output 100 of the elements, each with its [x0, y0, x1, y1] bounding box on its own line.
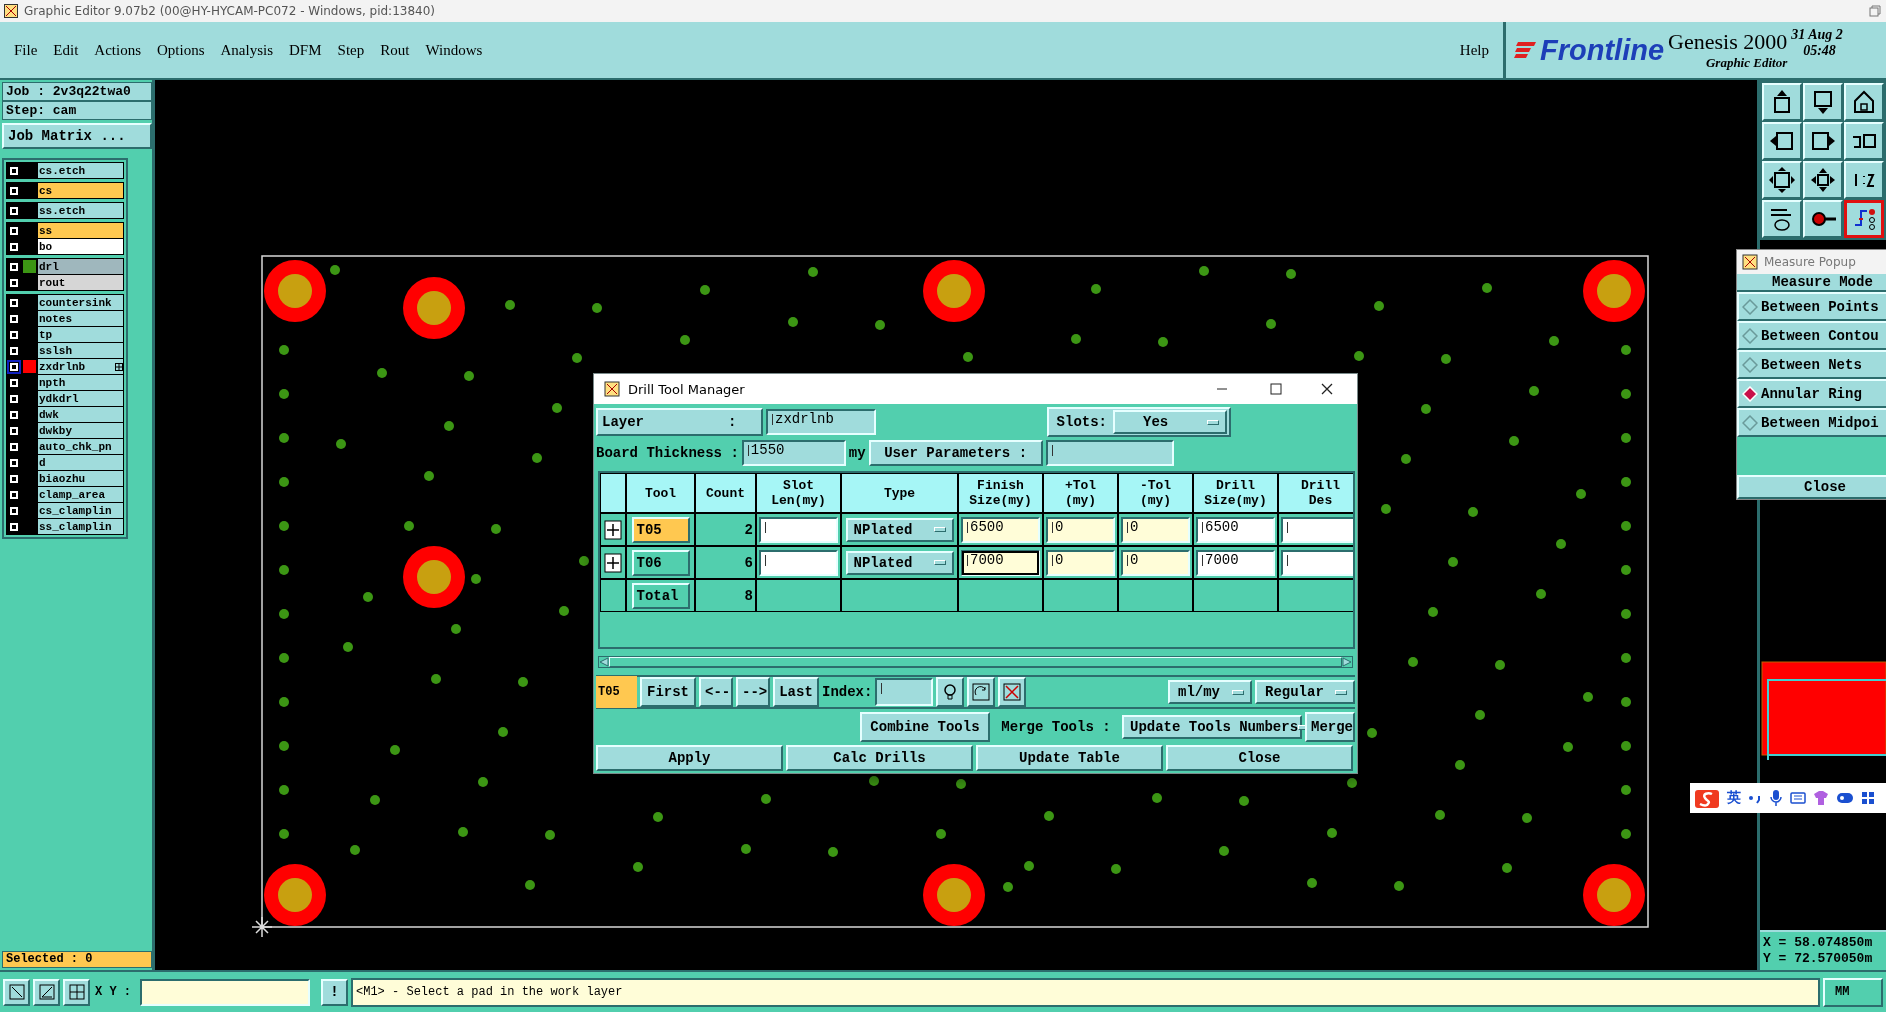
- menu-item[interactable]: Edit: [53, 41, 79, 59]
- index-field[interactable]: [875, 678, 934, 706]
- grid-tool-button[interactable]: [63, 978, 90, 1006]
- table-input-field[interactable]: 0: [1046, 516, 1115, 543]
- table-input-field[interactable]: [759, 549, 838, 576]
- table-input-field[interactable]: 0: [1121, 549, 1190, 576]
- mode-dropdown[interactable]: Regular: [1255, 680, 1355, 704]
- layer-name[interactable]: rout: [38, 275, 123, 290]
- job-matrix-button[interactable]: Job Matrix ...: [2, 123, 152, 149]
- table-input-field[interactable]: 6500: [961, 516, 1040, 543]
- menu-item[interactable]: Windows: [425, 41, 483, 59]
- alert-button[interactable]: !: [321, 978, 348, 1006]
- menu-item[interactable]: Rout: [380, 41, 410, 59]
- layer-name[interactable]: clamp_area: [38, 487, 123, 502]
- last-button[interactable]: Last: [773, 677, 819, 707]
- user-parameters-button[interactable]: User Parameters :: [868, 440, 1043, 466]
- layer-name[interactable]: d: [38, 455, 123, 470]
- units-button[interactable]: MM: [1823, 977, 1883, 1007]
- layer-name[interactable]: tp: [38, 327, 123, 342]
- layer-name[interactable]: ss: [38, 223, 123, 238]
- units-dropdown[interactable]: ml/my: [1168, 680, 1252, 704]
- refresh-button[interactable]: [967, 677, 996, 707]
- horizontal-scrollbar[interactable]: [598, 656, 1353, 668]
- type-dropdown[interactable]: NPlated: [845, 550, 954, 575]
- gamepad-icon[interactable]: [1836, 791, 1854, 805]
- menu-item[interactable]: DFM: [289, 41, 322, 59]
- round-pad: [403, 546, 465, 608]
- menu-item[interactable]: Step: [337, 41, 365, 59]
- layer-name[interactable]: bo: [38, 239, 123, 254]
- table-input-field[interactable]: [1281, 549, 1353, 576]
- menu-item[interactable]: File: [14, 41, 38, 59]
- scroll-right-icon[interactable]: [1342, 657, 1352, 667]
- table-input-field[interactable]: 0: [1046, 549, 1115, 576]
- apps-grid-icon[interactable]: [1861, 791, 1875, 805]
- layer-name[interactable]: zxdrlnb: [38, 359, 123, 374]
- layer-name[interactable]: sslsh: [38, 343, 123, 358]
- close-button[interactable]: Close: [1737, 475, 1886, 499]
- dialog-button[interactable]: Close: [1166, 745, 1353, 771]
- measure-tool-button[interactable]: [33, 978, 60, 1006]
- select-tool-button[interactable]: [3, 978, 30, 1006]
- total-button[interactable]: Total: [631, 582, 690, 609]
- tool-button[interactable]: T05: [631, 516, 690, 543]
- layer-name[interactable]: ss.etch: [38, 203, 123, 218]
- merge-button[interactable]: Merge: [1305, 712, 1355, 742]
- menu-item[interactable]: Analysis: [220, 41, 274, 59]
- bulb-button[interactable]: [936, 677, 965, 707]
- table-input-field[interactable]: [1281, 516, 1353, 543]
- table-input-field[interactable]: 6500: [1196, 516, 1275, 543]
- layer-name[interactable]: countersink: [38, 295, 123, 310]
- next-button[interactable]: -->: [736, 677, 770, 707]
- shirt-icon[interactable]: [1813, 790, 1829, 806]
- layer-name[interactable]: cs_clamplin: [38, 503, 123, 518]
- layer-name[interactable]: cs.etch: [38, 163, 123, 178]
- first-button[interactable]: First: [640, 677, 696, 707]
- dialog-button[interactable]: Update Table: [976, 745, 1163, 771]
- table-input-field[interactable]: 0: [1121, 516, 1190, 543]
- xy-input-field[interactable]: [140, 978, 310, 1006]
- previous-button[interactable]: <--: [699, 677, 733, 707]
- layer-name[interactable]: npth: [38, 375, 123, 390]
- user-parameters-field[interactable]: [1045, 440, 1174, 466]
- delete-button[interactable]: [998, 677, 1027, 707]
- help-menu[interactable]: Help: [1459, 41, 1489, 59]
- combine-tools-button[interactable]: Combine Tools: [859, 712, 990, 742]
- tool-button[interactable]: T06: [631, 549, 690, 576]
- table-input-field[interactable]: [759, 516, 838, 543]
- merge-option-dropdown[interactable]: Update Tools Numbers: [1122, 715, 1302, 739]
- table-input-field[interactable]: 7000: [961, 549, 1040, 576]
- dialog-button[interactable]: Apply: [596, 745, 783, 771]
- measure-mode-option[interactable]: Between Nets: [1737, 350, 1886, 379]
- measure-mode-option[interactable]: Between Contou: [1737, 321, 1886, 350]
- layer-field[interactable]: zxdrlnb: [766, 409, 876, 435]
- layer-name[interactable]: cs: [38, 183, 123, 198]
- layer-name[interactable]: dwkby: [38, 423, 123, 438]
- expand-icon[interactable]: [604, 552, 622, 573]
- table-input-field[interactable]: 7000: [1196, 549, 1275, 576]
- expand-icon[interactable]: [604, 519, 622, 540]
- scroll-left-icon[interactable]: [599, 657, 609, 667]
- layer-name[interactable]: notes: [38, 311, 123, 326]
- measure-mode-option[interactable]: Between Points: [1737, 292, 1886, 321]
- layer-name[interactable]: ss_clamplin: [38, 519, 123, 534]
- dialog-button[interactable]: Calc Drills: [786, 745, 973, 771]
- measure-mode-option[interactable]: Annular Ring: [1737, 379, 1886, 408]
- menu-item[interactable]: Actions: [94, 41, 141, 59]
- layer-name[interactable]: ydkdrl: [38, 391, 123, 406]
- language-toggle[interactable]: 英: [1727, 789, 1741, 807]
- thickness-field[interactable]: 1550: [741, 440, 846, 466]
- layer-name[interactable]: drl: [38, 259, 123, 274]
- restore-icon[interactable]: [1868, 4, 1882, 18]
- layer-button[interactable]: Layer :: [596, 408, 763, 436]
- measure-mode-option[interactable]: Between Midpoi: [1737, 408, 1886, 437]
- layer-marker[interactable]: [7, 359, 21, 374]
- slots-dropdown[interactable]: Yes: [1113, 410, 1227, 434]
- layer-name[interactable]: dwk: [38, 407, 123, 422]
- menu-item[interactable]: Options: [157, 41, 205, 59]
- type-dropdown[interactable]: NPlated: [845, 517, 954, 542]
- microphone-icon[interactable]: [1769, 789, 1783, 807]
- toolbar-button[interactable]: [1844, 200, 1884, 238]
- layer-name[interactable]: biaozhu: [38, 471, 123, 486]
- keyboard-icon[interactable]: [1790, 791, 1806, 805]
- layer-name[interactable]: auto_chk_pn: [38, 439, 123, 454]
